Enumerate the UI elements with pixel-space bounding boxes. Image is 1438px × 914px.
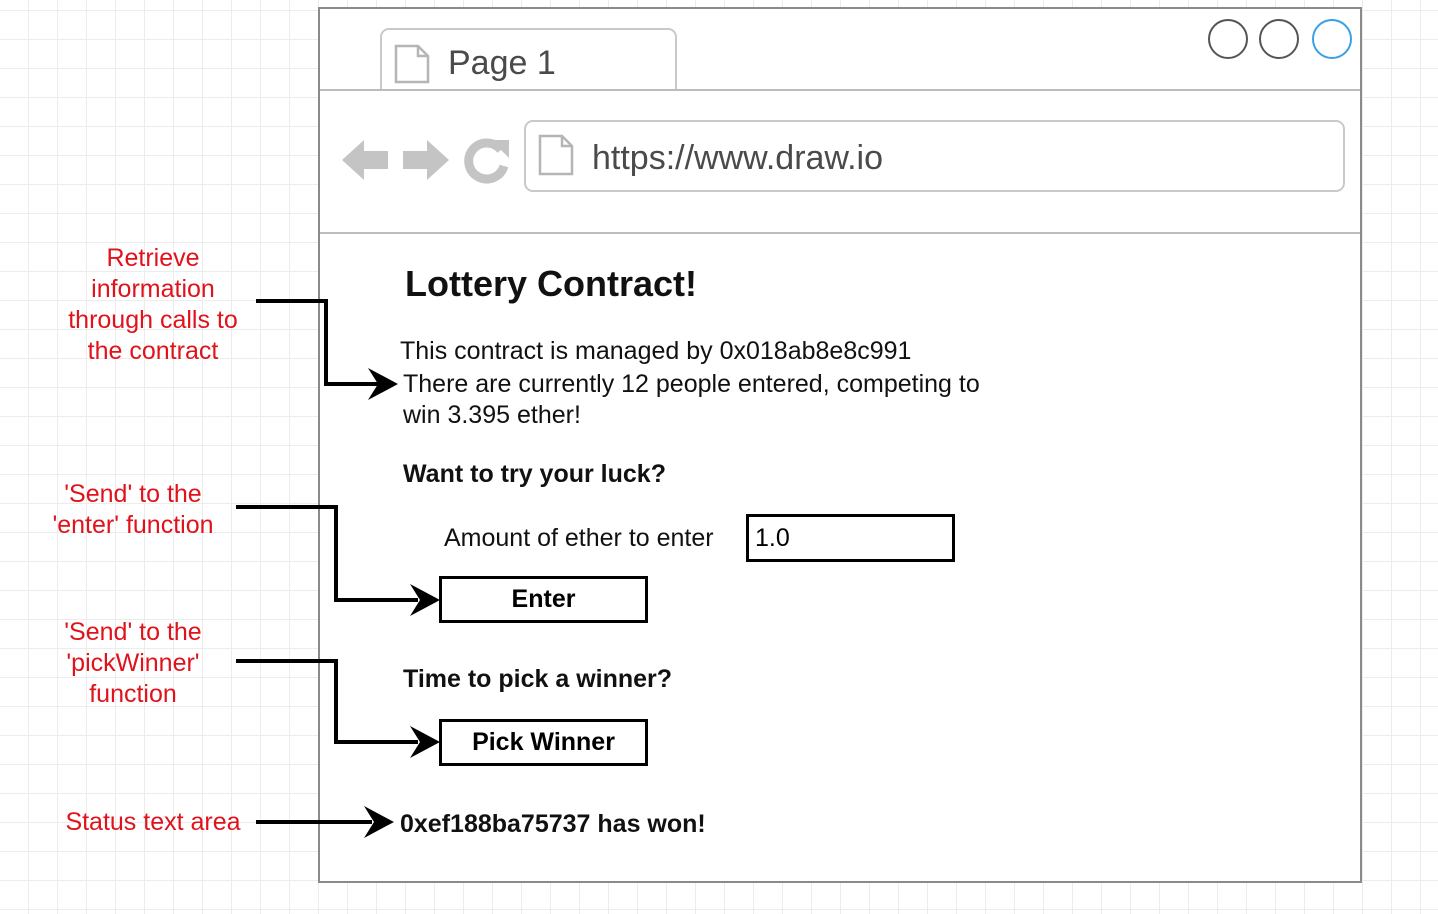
arrow-send-pick	[236, 659, 418, 744]
arrow-send-enter	[236, 505, 418, 602]
connector-arrows	[236, 299, 440, 838]
arrow-retrieve	[256, 299, 378, 386]
